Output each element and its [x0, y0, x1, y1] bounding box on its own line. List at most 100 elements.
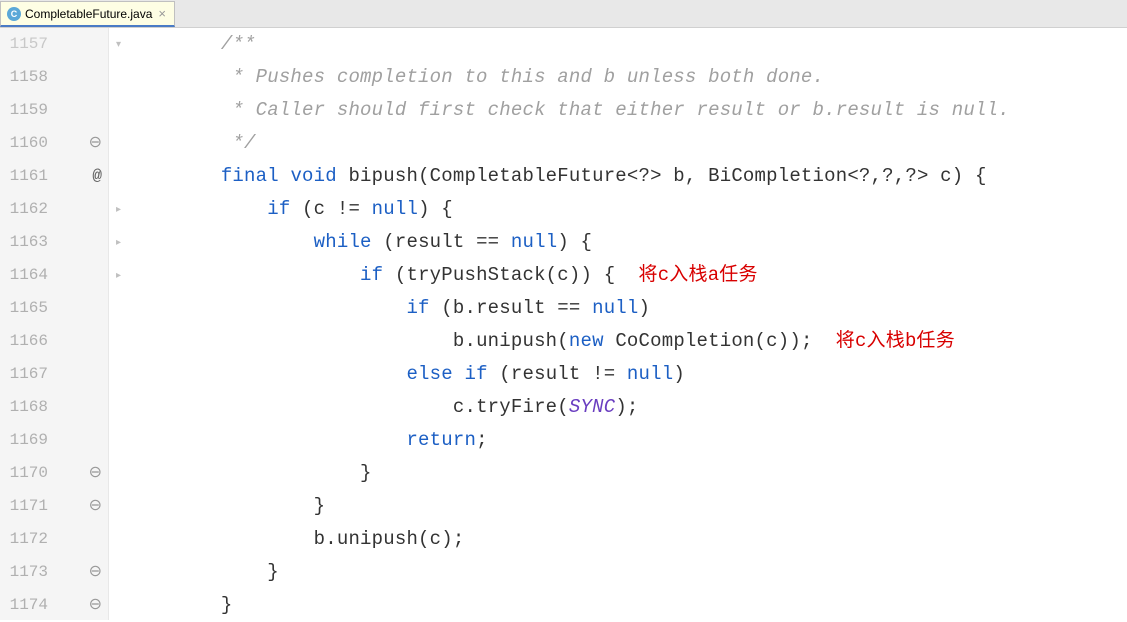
token-txt: ) {	[557, 231, 592, 253]
fold-indicator	[109, 391, 128, 424]
code-line[interactable]: }	[128, 589, 1127, 622]
code-line[interactable]: if (tryPushStack(c)) { 将c入栈a任务	[128, 259, 1127, 292]
line-number: 1171	[0, 490, 48, 523]
fold-indicator	[109, 457, 128, 490]
token-str-red: 将c入栈a任务	[639, 264, 758, 286]
file-tab[interactable]: C CompletableFuture.java ×	[0, 1, 175, 27]
gutter-marker: ⊖	[56, 127, 108, 160]
code-area[interactable]: /** * Pushes completion to this and b un…	[128, 28, 1127, 620]
token-italic-purple: SYNC	[569, 396, 615, 418]
token-txt: }	[314, 495, 326, 517]
token-kw: return	[406, 429, 476, 451]
code-line[interactable]: return;	[128, 424, 1127, 457]
code-line[interactable]: }	[128, 490, 1127, 523]
code-line[interactable]: if (c != null) {	[128, 193, 1127, 226]
gutter-marker: @	[56, 160, 108, 193]
token-txt: }	[360, 462, 372, 484]
code-line[interactable]: * Caller should first check that either …	[128, 94, 1127, 127]
token-kw: if	[406, 297, 441, 319]
line-number: 1159	[0, 94, 48, 127]
token-kw: final void	[221, 165, 349, 187]
fold-indicator	[109, 523, 128, 556]
gutter-marker: ⊖	[56, 589, 108, 622]
fold-indicator[interactable]: ▸	[109, 259, 128, 292]
token-kw: null	[511, 231, 557, 253]
code-line[interactable]: */	[128, 127, 1127, 160]
code-editor[interactable]: 1157115811591160116111621163116411651166…	[0, 28, 1127, 620]
gutter-marker	[56, 61, 108, 94]
gutter-marker	[56, 424, 108, 457]
code-line[interactable]: final void bipush(CompletableFuture<?> b…	[128, 160, 1127, 193]
code-line[interactable]: c.tryFire(SYNC);	[128, 391, 1127, 424]
code-line[interactable]: b.unipush(new CoCompletion(c)); 将c入栈b任务	[128, 325, 1127, 358]
line-number-gutter: 1157115811591160116111621163116411651166…	[0, 28, 56, 620]
gutter-marker	[56, 226, 108, 259]
line-number: 1169	[0, 424, 48, 457]
token-kw: if	[267, 198, 302, 220]
token-kw: if	[360, 264, 395, 286]
fold-indicator	[109, 325, 128, 358]
token-kw: null	[372, 198, 418, 220]
token-comment: * Caller should first check that either …	[232, 99, 1009, 121]
token-comment: * Pushes completion to this and b unless…	[232, 66, 824, 88]
code-line[interactable]: b.unipush(c);	[128, 523, 1127, 556]
line-number: 1162	[0, 193, 48, 226]
fold-indicator	[109, 490, 128, 523]
token-txt: c.tryFire(	[453, 396, 569, 418]
token-txt: )	[673, 363, 685, 385]
token-txt: b.unipush(c);	[314, 528, 465, 550]
line-number: 1167	[0, 358, 48, 391]
token-txt: b.unipush(	[453, 330, 569, 352]
gutter-marker	[56, 94, 108, 127]
tab-bar: C CompletableFuture.java ×	[0, 0, 1127, 28]
close-icon[interactable]: ×	[158, 6, 166, 21]
code-line[interactable]: * Pushes completion to this and b unless…	[128, 61, 1127, 94]
fold-indicator[interactable]: ▾	[109, 28, 128, 61]
token-kw: while	[314, 231, 384, 253]
token-txt: (tryPushStack(c)) {	[395, 264, 639, 286]
gutter-marker	[56, 325, 108, 358]
fold-gutter: ▾▸▸▸	[108, 28, 128, 620]
token-comment: /**	[221, 33, 256, 55]
token-txt: ) {	[418, 198, 453, 220]
gutter-marker	[56, 358, 108, 391]
fold-indicator[interactable]: ▸	[109, 226, 128, 259]
fold-indicator	[109, 160, 128, 193]
token-txt: bipush(CompletableFuture<?> b, BiComplet…	[348, 165, 986, 187]
line-number: 1160	[0, 127, 48, 160]
fold-indicator[interactable]: ▸	[109, 193, 128, 226]
gutter-marker	[56, 193, 108, 226]
line-number: 1157	[0, 28, 48, 61]
marker-gutter: ⊖@⊖⊖⊖⊖	[56, 28, 108, 620]
token-txt: );	[615, 396, 638, 418]
code-line[interactable]: if (b.result == null)	[128, 292, 1127, 325]
gutter-marker	[56, 292, 108, 325]
fold-indicator	[109, 358, 128, 391]
token-kw: else if	[406, 363, 499, 385]
java-class-icon: C	[7, 7, 21, 21]
token-txt: )	[639, 297, 651, 319]
code-line[interactable]: /**	[128, 28, 1127, 61]
override-icon[interactable]: @	[92, 160, 102, 193]
token-txt: (c !=	[302, 198, 372, 220]
fold-indicator	[109, 94, 128, 127]
line-number: 1165	[0, 292, 48, 325]
fold-indicator	[109, 127, 128, 160]
code-line[interactable]: }	[128, 556, 1127, 589]
token-txt: CoCompletion(c));	[615, 330, 835, 352]
code-line[interactable]: while (result == null) {	[128, 226, 1127, 259]
fold-indicator	[109, 589, 128, 622]
gutter-marker	[56, 391, 108, 424]
token-txt: ;	[476, 429, 488, 451]
code-line[interactable]: }	[128, 457, 1127, 490]
line-number: 1166	[0, 325, 48, 358]
token-comment: */	[232, 132, 255, 154]
line-number: 1173	[0, 556, 48, 589]
token-kw: new	[569, 330, 615, 352]
token-kw: null	[627, 363, 673, 385]
gutter-marker: ⊖	[56, 490, 108, 523]
gutter-marker	[56, 523, 108, 556]
code-line[interactable]: else if (result != null)	[128, 358, 1127, 391]
line-number: 1174	[0, 589, 48, 622]
fold-indicator	[109, 424, 128, 457]
